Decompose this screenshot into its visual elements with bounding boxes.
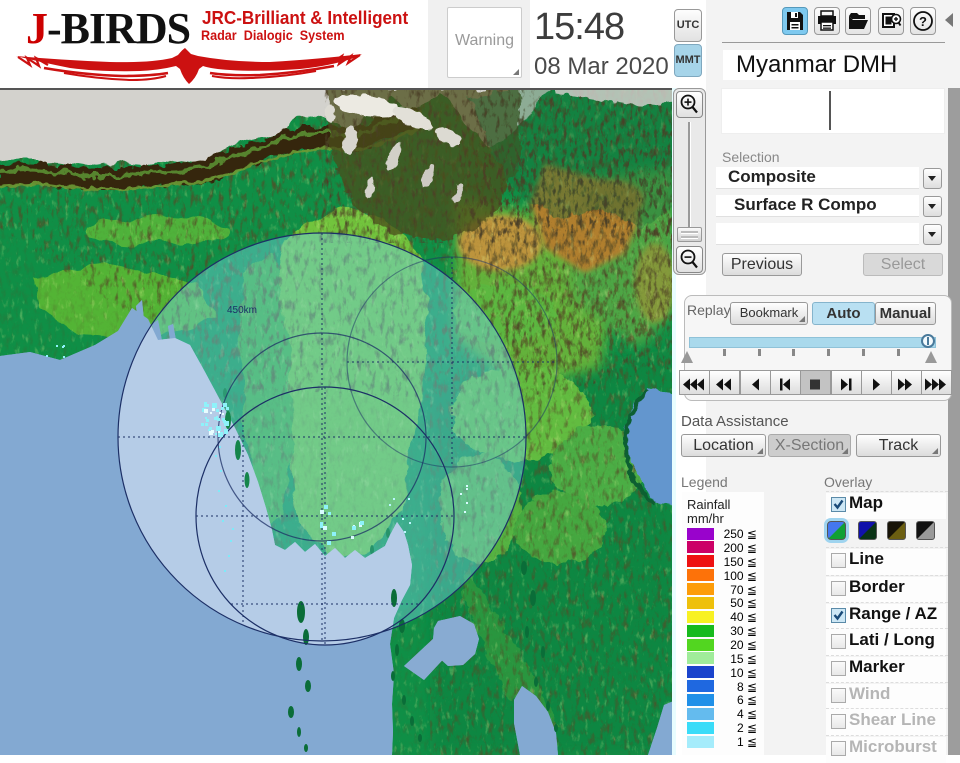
- svg-text:?: ?: [919, 14, 927, 29]
- svg-text:450km: 450km: [227, 305, 257, 316]
